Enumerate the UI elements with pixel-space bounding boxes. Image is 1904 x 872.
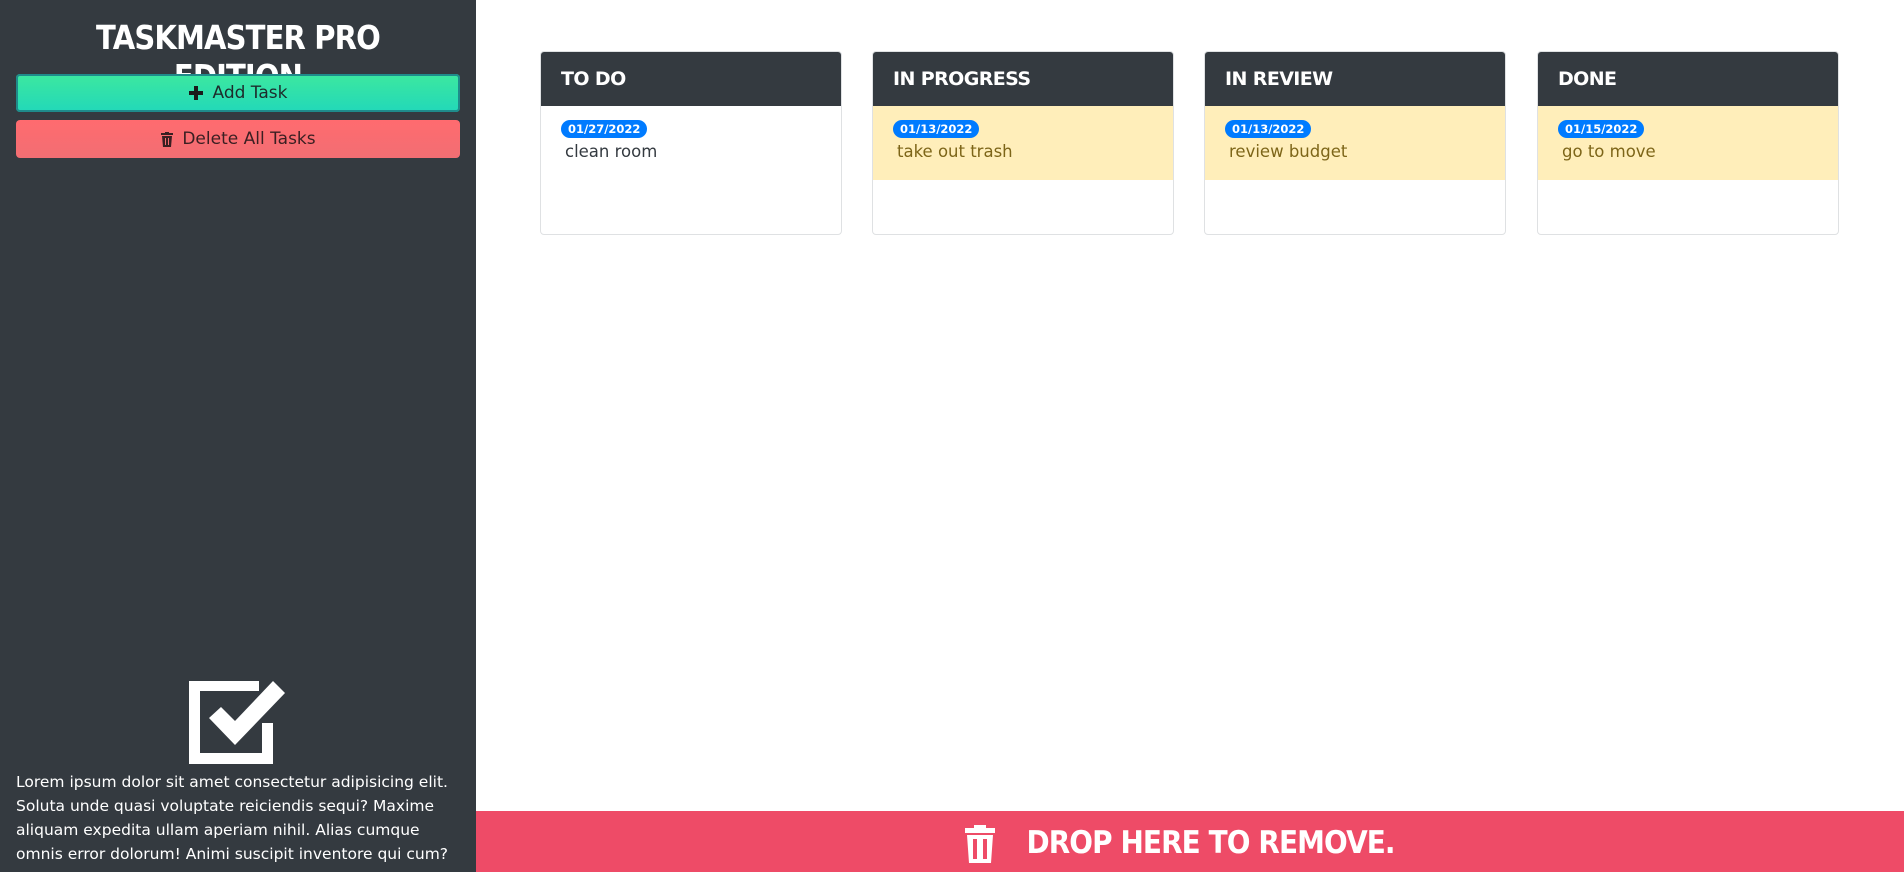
column-title: IN REVIEW: [1205, 52, 1505, 106]
column-title: TO DO: [541, 52, 841, 106]
trash-icon: [964, 825, 996, 867]
checkbox-icon: [189, 678, 287, 764]
task-text[interactable]: review budget: [1229, 142, 1485, 161]
column-done: DONE 01/15/2022 go to move: [1537, 51, 1839, 235]
due-date-badge: 01/27/2022: [561, 120, 648, 138]
remove-drop-zone[interactable]: DROP HERE TO REMOVE.: [476, 811, 1904, 872]
task-text[interactable]: take out trash: [897, 142, 1153, 161]
add-task-label: Add Task: [212, 83, 288, 103]
due-date-badge: 01/13/2022: [1225, 120, 1312, 138]
task-card[interactable]: 01/15/2022 go to move: [1538, 106, 1838, 180]
column-title: IN PROGRESS: [873, 52, 1173, 106]
about-text: Lorem ipsum dolor sit amet consectetur a…: [16, 773, 449, 863]
add-task-button[interactable]: Add Task: [16, 74, 460, 112]
column-in-review: IN REVIEW 01/13/2022 review budget: [1204, 51, 1506, 235]
drop-zone-label: DROP HERE TO REMOVE.: [1026, 825, 1396, 861]
due-date-badge: 01/15/2022: [1558, 120, 1645, 138]
sidebar: TASKMASTER PRO EDITION Add Task Delete A…: [0, 0, 476, 872]
column-title: DONE: [1538, 52, 1838, 106]
due-date-badge: 01/13/2022: [893, 120, 980, 138]
plus-icon: [188, 85, 204, 101]
column-to-do: TO DO 01/27/2022 clean room: [540, 51, 842, 235]
task-card[interactable]: 01/13/2022 take out trash: [873, 106, 1173, 180]
trash-icon: [160, 131, 174, 147]
task-text[interactable]: go to move: [1562, 142, 1818, 161]
task-text[interactable]: clean room: [565, 142, 821, 161]
app: TASKMASTER PRO EDITION Add Task Delete A…: [0, 0, 1904, 872]
task-card[interactable]: 01/13/2022 review budget: [1205, 106, 1505, 180]
delete-all-tasks-button[interactable]: Delete All Tasks: [16, 120, 460, 158]
task-card[interactable]: 01/27/2022 clean room: [541, 106, 841, 171]
column-in-progress: IN PROGRESS 01/13/2022 take out trash: [872, 51, 1174, 235]
delete-all-tasks-label: Delete All Tasks: [182, 129, 316, 149]
